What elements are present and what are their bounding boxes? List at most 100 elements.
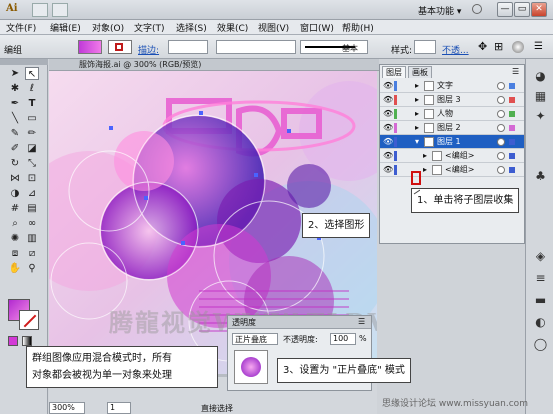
column-graph-tool-icon[interactable]: ▥ [25, 232, 39, 245]
shape-builder-tool-icon[interactable]: ◑ [8, 187, 22, 200]
document-tab[interactable]: 服饰海报.ai @ 300% (RGB/预览) [79, 59, 201, 70]
stroke-label[interactable]: 描边: [138, 43, 159, 56]
paintbrush-tool-icon[interactable]: ✎ [8, 127, 22, 140]
transparency-title[interactable]: 透明度 [232, 317, 256, 328]
visibility-eye-icon[interactable]: 👁 [383, 109, 393, 119]
menu-window[interactable]: 窗口(W) [300, 21, 334, 34]
type-tool-icon[interactable]: T [25, 97, 39, 110]
visibility-eye-icon[interactable]: 👁 [383, 137, 393, 147]
stroke-swatch[interactable] [108, 40, 132, 54]
expand-triangle-icon[interactable]: ▸ [423, 150, 431, 162]
gradient-tool-icon[interactable]: ▤ [25, 202, 39, 215]
eyedropper-tool-icon[interactable]: ⌕ [8, 217, 22, 230]
selection-indicator[interactable] [509, 125, 515, 131]
mesh-tool-icon[interactable]: # [8, 202, 22, 215]
appearance-panel-icon[interactable]: ◯ [533, 337, 548, 351]
layer-row[interactable]: 👁 ▸ <编组> [380, 163, 524, 177]
expand-triangle-icon[interactable]: ▸ [415, 122, 423, 134]
search-icon[interactable] [472, 4, 482, 14]
rectangle-tool-icon[interactable]: ▭ [25, 112, 39, 125]
tab-artboards[interactable]: 画板 [408, 66, 432, 78]
selection-indicator[interactable] [509, 153, 515, 159]
recolor-artwork-icon[interactable] [512, 41, 524, 53]
layers-menu-icon[interactable]: ☰ [512, 67, 519, 76]
stroke-color-box[interactable] [19, 310, 39, 330]
graphic-style-select[interactable] [414, 40, 436, 54]
direct-selection-tool-icon[interactable]: ↖ [25, 67, 39, 80]
target-circle-icon[interactable] [497, 124, 505, 132]
layer-row[interactable]: 👁 ▸ 文字 [380, 79, 524, 93]
pencil-tool-icon[interactable]: ✏ [25, 127, 39, 140]
opacity-input[interactable]: 100 [330, 333, 356, 345]
selection-indicator[interactable] [509, 83, 515, 89]
line-tool-icon[interactable]: ╲ [8, 112, 22, 125]
scale-tool-icon[interactable]: ⤡ [25, 157, 39, 170]
transform-icon[interactable]: ⊞ [494, 41, 506, 53]
slice-tool-icon[interactable]: ⧄ [25, 247, 39, 260]
menu-file[interactable]: 文件(F) [6, 21, 36, 34]
stroke-weight-input[interactable] [168, 40, 208, 54]
expand-triangle-icon[interactable]: ▸ [415, 94, 423, 106]
menu-view[interactable]: 视图(V) [258, 21, 289, 34]
close-button[interactable]: ✕ [531, 2, 547, 17]
visibility-eye-icon[interactable]: 👁 [383, 95, 393, 105]
layer-row[interactable]: 👁 ▸ 图层 2 [380, 121, 524, 135]
zoom-tool-icon[interactable]: ⚲ [25, 262, 39, 275]
color-panel-icon[interactable]: ◕ [533, 69, 548, 83]
target-circle-icon[interactable] [497, 96, 505, 104]
layer-row[interactable]: 👁 ▾ 图层 1 [380, 135, 524, 149]
panel-menu-icon[interactable]: ☰ [534, 41, 546, 53]
restore-button[interactable]: ▭ [514, 2, 530, 17]
brushes-panel-icon[interactable]: ✦ [533, 109, 548, 123]
menu-type[interactable]: 文字(T) [134, 21, 165, 34]
layers-panel-icon[interactable]: ◈ [533, 249, 548, 263]
bridge-icon[interactable] [32, 3, 48, 17]
blend-mode-select[interactable]: 正片叠底 [232, 333, 278, 345]
selection-indicator[interactable] [509, 167, 515, 173]
color-mode-icon[interactable] [8, 336, 18, 346]
target-circle-icon[interactable] [497, 138, 505, 146]
selection-indicator[interactable] [509, 139, 515, 145]
visibility-eye-icon[interactable]: 👁 [383, 123, 393, 133]
width-tool-icon[interactable]: ⋈ [8, 172, 22, 185]
target-circle-icon[interactable] [497, 166, 505, 174]
hand-tool-icon[interactable]: ✋ [8, 262, 22, 275]
artboard-number-select[interactable]: 1 [107, 402, 131, 414]
target-circle-icon[interactable] [497, 152, 505, 160]
tab-layers[interactable]: 图层 [382, 66, 406, 78]
expand-triangle-icon[interactable]: ▸ [415, 80, 423, 92]
visibility-eye-icon[interactable]: 👁 [383, 165, 393, 175]
minimize-button[interactable]: — [497, 2, 513, 17]
expand-triangle-icon[interactable]: ▾ [415, 136, 423, 148]
symbol-sprayer-tool-icon[interactable]: ✺ [8, 232, 22, 245]
workspace-switcher[interactable]: 基本功能 ▾ [418, 4, 461, 17]
layer-row[interactable]: 👁 ▸ 图层 3 [380, 93, 524, 107]
transparency-panel-icon[interactable]: ◐ [533, 315, 548, 329]
align-icon[interactable]: ✥ [478, 41, 490, 53]
selection-indicator[interactable] [509, 111, 515, 117]
selection-tool-icon[interactable]: ➤ [8, 67, 22, 80]
artboard-tool-icon[interactable]: ⧈ [8, 247, 22, 260]
stroke-panel-icon[interactable]: ≡ [533, 271, 548, 285]
blend-tool-icon[interactable]: ∞ [25, 217, 39, 230]
arrange-documents-icon[interactable] [52, 3, 68, 17]
variable-width-select[interactable] [216, 40, 296, 54]
swatches-panel-icon[interactable]: ▦ [533, 89, 548, 103]
layer-row[interactable]: 👁 ▸ 人物 [380, 107, 524, 121]
menu-effect[interactable]: 效果(C) [217, 21, 248, 34]
visibility-eye-icon[interactable]: 👁 [383, 81, 393, 91]
opacity-link[interactable]: 不透... [442, 43, 469, 56]
transparency-menu-icon[interactable]: ☰ [358, 317, 365, 326]
selection-indicator[interactable] [509, 97, 515, 103]
layer-row[interactable]: 👁 ▸ <编组> [380, 149, 524, 163]
expand-triangle-icon[interactable]: ▸ [415, 108, 423, 120]
pen-tool-icon[interactable]: ✒ [8, 97, 22, 110]
eraser-tool-icon[interactable]: ◪ [25, 142, 39, 155]
zoom-select[interactable]: 300% [49, 402, 85, 414]
gradient-mode-icon[interactable] [22, 336, 32, 346]
lasso-tool-icon[interactable]: ℓ [25, 82, 39, 95]
menu-object[interactable]: 对象(O) [92, 21, 124, 34]
menu-edit[interactable]: 编辑(E) [50, 21, 81, 34]
magic-wand-tool-icon[interactable]: ✱ [8, 82, 22, 95]
blob-brush-tool-icon[interactable]: ✐ [8, 142, 22, 155]
